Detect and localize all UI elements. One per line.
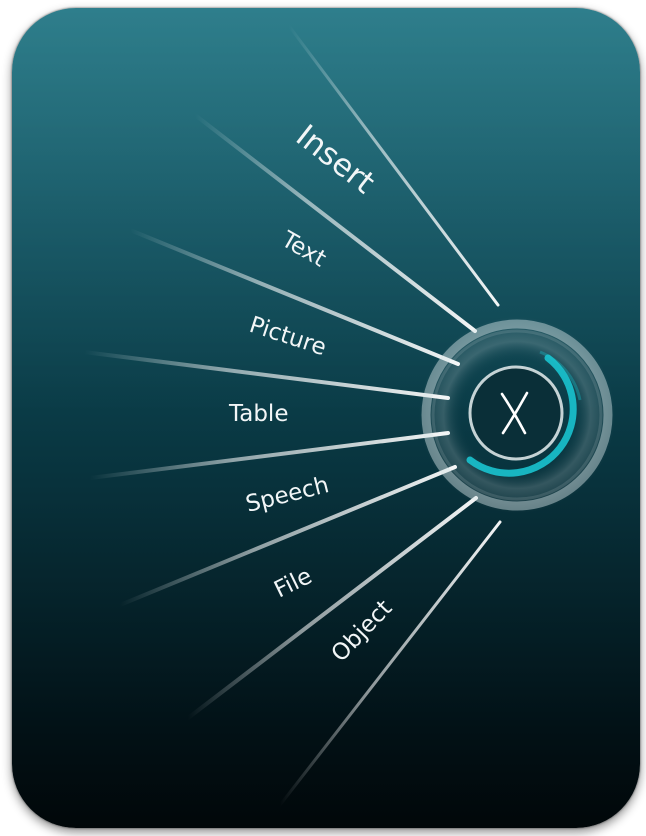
menu-item-speech[interactable]: Speech <box>243 472 332 518</box>
menu-item-table[interactable]: Table <box>228 401 288 427</box>
spoke-table[interactable] <box>82 350 450 400</box>
menu-item-picture[interactable]: Picture <box>246 312 329 361</box>
radial-menu-stage: Insert Text Picture Table Speech File Ob… <box>0 0 646 836</box>
spoke-speech[interactable] <box>88 431 450 480</box>
menu-labels: Insert Text Picture Table Speech File Ob… <box>228 118 397 667</box>
menu-item-file[interactable]: File <box>270 563 316 603</box>
menu-hub <box>419 317 615 513</box>
menu-item-text[interactable]: Text <box>276 226 330 272</box>
radial-menu: Insert Text Picture Table Speech File Ob… <box>82 24 615 807</box>
